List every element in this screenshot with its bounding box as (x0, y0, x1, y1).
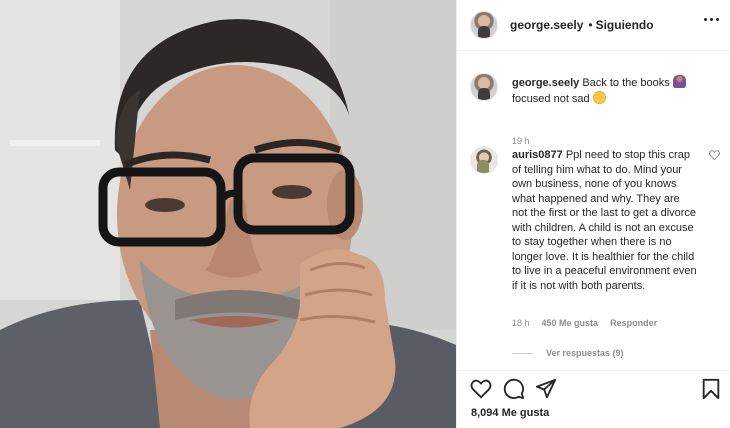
author-avatar[interactable] (470, 73, 498, 101)
caption-time[interactable]: 19 h (512, 136, 530, 146)
view-replies-label: Ver respuestas (9) (546, 348, 624, 358)
caption-body-line-2: focused not sad (512, 92, 590, 105)
bookmark-icon[interactable] (700, 378, 722, 400)
small-heart-icon[interactable] (709, 150, 720, 160)
post-likes-count[interactable]: 8,094 Me gusta (471, 407, 549, 419)
heart-icon[interactable] (470, 378, 492, 400)
comment-body: Ppl need to stop this crap of telling hi… (512, 149, 697, 292)
caption-username[interactable]: george.seely (512, 77, 579, 89)
post-photo[interactable] (0, 0, 456, 428)
post-side-panel: george.seely • Siguiendo george.seely Ba… (456, 0, 730, 428)
comment-icon[interactable] (503, 378, 525, 400)
pleading-face-emoji (592, 90, 606, 104)
comment-text: auris0877 Ppl need to stop this crap of … (512, 148, 697, 293)
following-button[interactable]: Siguiendo (596, 18, 654, 32)
reply-button[interactable]: Responder (610, 318, 657, 328)
commenter-username[interactable]: auris0877 (512, 149, 563, 161)
caption-text: george.seely Back to the books focused n… (512, 75, 697, 106)
share-icon[interactable] (535, 378, 557, 400)
view-replies-button[interactable]: Ver respuestas (9) (512, 348, 624, 358)
caption-meta: 19 h (512, 136, 530, 146)
woman-bowing-emoji (672, 75, 686, 88)
comment-meta: 18 h 450 Me gusta Responder (512, 318, 657, 328)
follow-separator: • (588, 18, 593, 32)
comment-likes[interactable]: 450 Me gusta (542, 318, 599, 328)
post-header: george.seely • Siguiendo (457, 0, 730, 51)
author-avatar[interactable] (470, 11, 498, 39)
selfie-illustration (0, 0, 456, 428)
comment-time[interactable]: 18 h (512, 318, 530, 328)
commenter-avatar[interactable] (470, 146, 498, 174)
more-options-icon[interactable] (704, 18, 719, 21)
caption-body: Back to the books (582, 77, 670, 89)
author-username[interactable]: george.seely (510, 18, 583, 32)
comments-section[interactable]: george.seely Back to the books focused n… (457, 52, 730, 370)
replies-divider (512, 352, 532, 354)
post-actions: 8,094 Me gusta (457, 370, 730, 428)
